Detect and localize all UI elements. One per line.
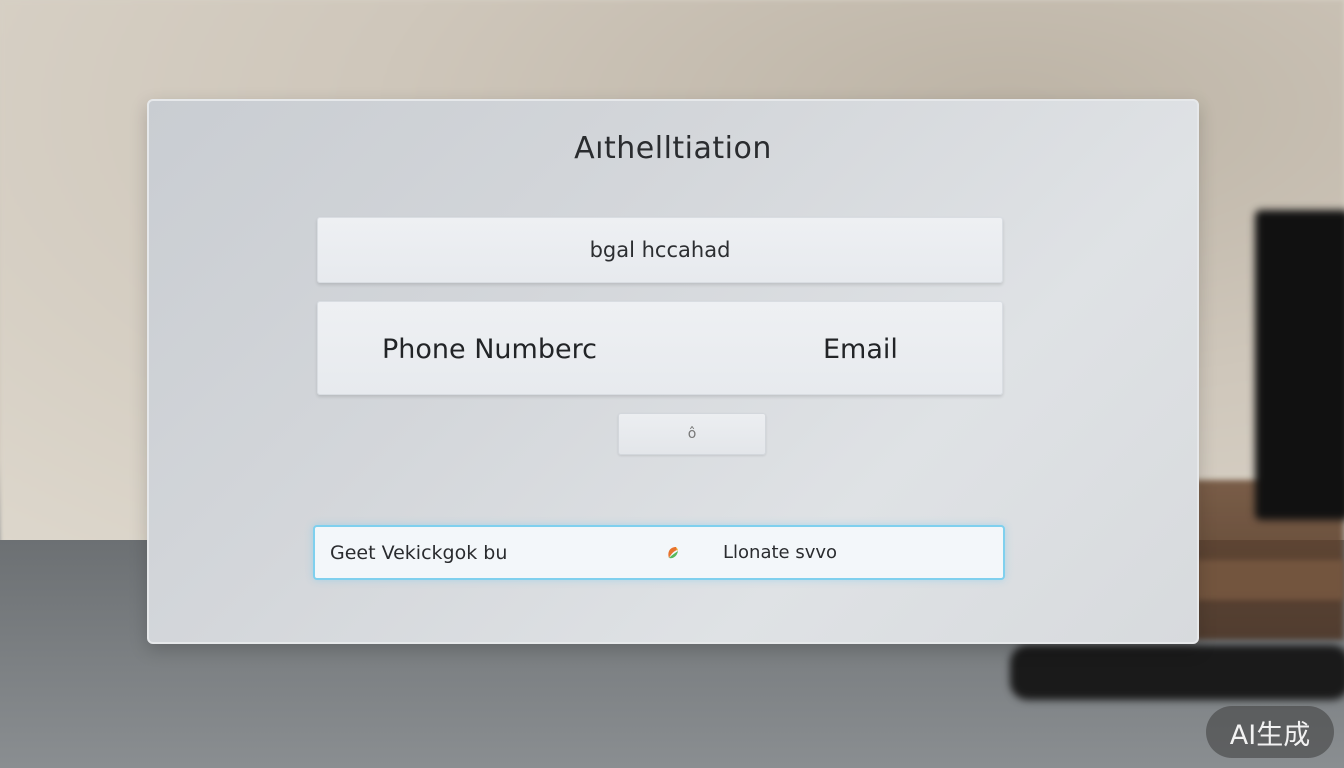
background-shelf-edge bbox=[1195, 560, 1344, 600]
background-monitor-stand bbox=[1010, 645, 1344, 700]
alternate-option-link[interactable]: Llonate svvo bbox=[723, 527, 837, 578]
ai-generated-watermark: AI生成 bbox=[1206, 706, 1334, 758]
page-title: Aıthelltiation bbox=[574, 131, 772, 166]
multicolor-leaf-icon bbox=[668, 547, 678, 559]
authentication-panel: Aıthelltiation bgal hccahad Phone Number… bbox=[147, 99, 1199, 644]
identifier-input-text: bgal hccahad bbox=[589, 238, 731, 262]
identifier-input[interactable]: bgal hccahad bbox=[317, 217, 1003, 283]
verification-action-bar: Geet Vekickgok bu Llonate svvo bbox=[313, 525, 1005, 580]
submit-button[interactable]: ô bbox=[618, 413, 766, 455]
contact-method-selector: Phone Numberc Email bbox=[317, 301, 1003, 395]
background-monitor bbox=[1255, 210, 1344, 520]
phone-number-option[interactable]: Phone Numberc bbox=[382, 302, 597, 396]
get-verification-link[interactable]: Geet Vekickgok bu bbox=[330, 527, 507, 578]
email-option[interactable]: Email bbox=[823, 302, 898, 396]
submit-button-glyph: ô bbox=[687, 426, 697, 442]
